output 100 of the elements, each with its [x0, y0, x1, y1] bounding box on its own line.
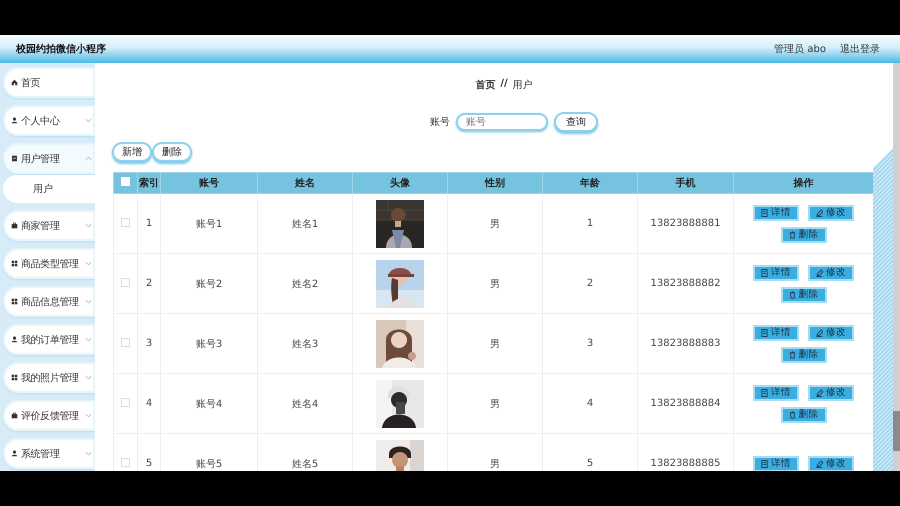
header-link[interactable]: 管理员 abo	[774, 42, 826, 56]
table-cell: 账号4	[160, 374, 258, 434]
sidebar-item[interactable]: 首页	[3, 67, 95, 98]
search-field[interactable]: 账号	[456, 113, 548, 131]
grid-icon	[11, 298, 18, 305]
action-button[interactable]: 详情	[753, 204, 799, 220]
chevron-icon	[85, 299, 92, 304]
home-icon	[11, 79, 18, 86]
table-cell: 4	[138, 374, 160, 434]
sidebar-item[interactable]: 我的订单管理	[3, 324, 95, 355]
sidebar-item[interactable]: 评价反馈管理	[3, 400, 95, 431]
sidebar-item[interactable]: 商品类型管理	[3, 248, 95, 279]
action-button[interactable]: 详情	[753, 384, 799, 400]
action-button[interactable]: 删除	[780, 226, 826, 242]
trash-icon	[788, 410, 796, 418]
scrollbar[interactable]	[893, 63, 900, 471]
grid-icon	[11, 374, 18, 381]
row-checkbox[interactable]	[121, 218, 130, 226]
trash-icon	[788, 350, 796, 358]
document-icon	[761, 328, 768, 336]
table-cell: 姓名3	[258, 314, 352, 374]
chevron-icon	[85, 118, 92, 123]
table-cell: 13823888883	[638, 314, 734, 374]
action-button[interactable]: 修改	[808, 204, 854, 220]
table-cell: 姓名2	[258, 254, 352, 314]
trash-icon	[788, 290, 796, 298]
pencil-icon	[816, 208, 823, 216]
table-cell: 1	[138, 194, 160, 254]
table-cell: 男	[448, 254, 542, 314]
row-checkbox[interactable]	[121, 278, 130, 286]
document-icon	[761, 208, 768, 216]
user-icon	[11, 117, 18, 124]
sidebar-item[interactable]: 商品信息管理	[3, 286, 95, 317]
column-header: 账号	[160, 172, 258, 194]
query-button[interactable]: 查询	[554, 112, 598, 132]
pencil-icon	[816, 460, 823, 468]
action-button[interactable]: 修改	[808, 324, 854, 340]
chevron-icon	[85, 375, 92, 380]
row-checkbox[interactable]	[121, 398, 130, 406]
table-cell: 2	[138, 254, 160, 314]
breadcrumb-link[interactable]: 首页	[475, 78, 496, 92]
sidebar-item[interactable]: 用户管理	[3, 143, 95, 174]
action-button[interactable]: 修改	[808, 264, 854, 280]
submenu-item[interactable]: 用户	[3, 175, 95, 203]
action-button[interactable]: 删除	[780, 346, 826, 362]
search-label: 账号	[430, 116, 450, 129]
column-header: 操作	[734, 172, 874, 194]
action-button[interactable]: 详情	[753, 456, 799, 471]
chevron-icon	[85, 156, 92, 161]
breadcrumb-separator: //	[500, 78, 508, 91]
sidebar-item[interactable]: 我的照片管理	[3, 362, 95, 393]
id-card-icon	[11, 155, 18, 162]
column-header: 姓名	[258, 172, 352, 194]
briefcase-icon	[11, 412, 18, 419]
action-button[interactable]: 删除	[780, 286, 826, 302]
toolbar-button[interactable]: 删除	[152, 142, 192, 162]
row-checkbox[interactable]	[121, 458, 130, 466]
app-title: 校园约拍微信小程序	[16, 42, 106, 56]
document-icon	[761, 268, 768, 276]
chevron-icon	[85, 223, 92, 228]
sidebar-item[interactable]: 系统管理	[3, 438, 95, 469]
table-cell: 男	[448, 374, 542, 434]
sidebar-item[interactable]: 商家管理	[3, 210, 95, 241]
table-cell: 男	[448, 194, 542, 254]
table-cell: 13823888881	[638, 194, 734, 254]
row-checkbox[interactable]	[121, 338, 130, 346]
select-all-checkbox[interactable]	[121, 177, 130, 186]
action-button[interactable]: 删除	[780, 406, 826, 422]
breadcrumb-link[interactable]: 用户	[512, 78, 533, 92]
user-icon	[11, 336, 18, 343]
table-cell: 13823888882	[638, 254, 734, 314]
chevron-icon	[85, 261, 92, 266]
sidebar-item[interactable]: 个人中心	[3, 105, 95, 136]
column-header: 年龄	[542, 172, 638, 194]
action-button[interactable]: 详情	[753, 264, 799, 280]
grid-icon	[11, 260, 18, 267]
trash-icon	[788, 230, 796, 238]
pencil-icon	[816, 268, 823, 276]
briefcase-icon	[11, 222, 18, 229]
user-icon	[11, 450, 18, 457]
table-cell: 1	[542, 194, 638, 254]
column-header: 索引	[138, 172, 160, 194]
table-cell: 2	[542, 254, 638, 314]
table-cell: 姓名4	[258, 374, 352, 434]
toolbar-button[interactable]: 新增	[112, 142, 152, 162]
pencil-icon	[816, 328, 823, 336]
table-cell: 男	[448, 314, 542, 374]
document-icon	[761, 388, 768, 396]
column-header: 性别	[448, 172, 542, 194]
table-cell: 姓名1	[258, 194, 352, 254]
action-button[interactable]: 修改	[808, 456, 854, 471]
table-cell: 账号3	[160, 314, 258, 374]
action-button[interactable]: 修改	[808, 384, 854, 400]
table-cell: 13823888884	[638, 374, 734, 434]
table-cell: 4	[542, 374, 638, 434]
document-icon	[761, 460, 768, 468]
pencil-icon	[816, 388, 823, 396]
action-button[interactable]: 详情	[753, 324, 799, 340]
header-link[interactable]: 退出登录	[840, 42, 880, 56]
column-header: 头像	[352, 172, 448, 194]
